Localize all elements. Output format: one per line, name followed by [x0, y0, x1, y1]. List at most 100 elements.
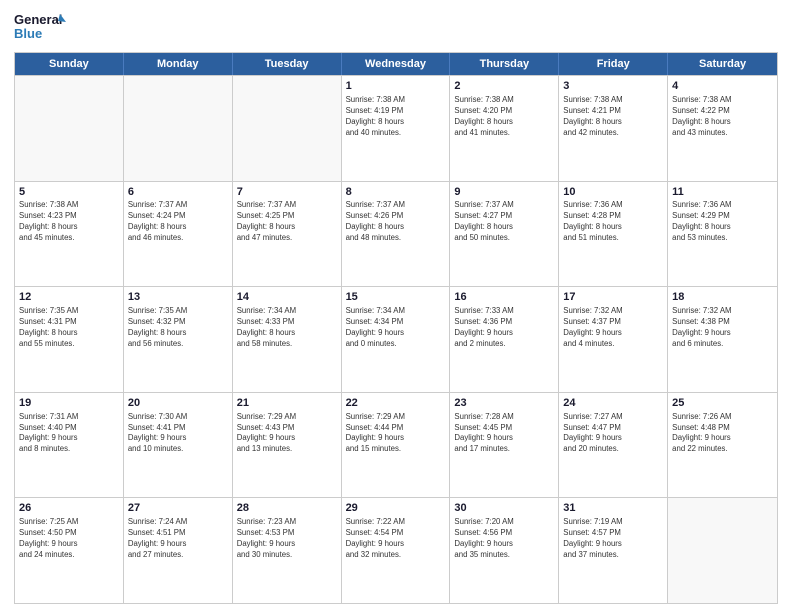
day-number: 30: [454, 501, 554, 516]
day-cell-22: 22Sunrise: 7:29 AM Sunset: 4:44 PM Dayli…: [342, 393, 451, 498]
day-number: 6: [128, 185, 228, 200]
day-cell-23: 23Sunrise: 7:28 AM Sunset: 4:45 PM Dayli…: [450, 393, 559, 498]
day-number: 7: [237, 185, 337, 200]
header-day-thursday: Thursday: [450, 53, 559, 75]
day-cell-24: 24Sunrise: 7:27 AM Sunset: 4:47 PM Dayli…: [559, 393, 668, 498]
day-number: 3: [563, 79, 663, 94]
day-info: Sunrise: 7:23 AM Sunset: 4:53 PM Dayligh…: [237, 517, 337, 561]
day-number: 2: [454, 79, 554, 94]
day-cell-19: 19Sunrise: 7:31 AM Sunset: 4:40 PM Dayli…: [15, 393, 124, 498]
day-cell-9: 9Sunrise: 7:37 AM Sunset: 4:27 PM Daylig…: [450, 182, 559, 287]
day-info: Sunrise: 7:38 AM Sunset: 4:21 PM Dayligh…: [563, 95, 663, 139]
header: General Blue: [14, 10, 778, 46]
day-info: Sunrise: 7:22 AM Sunset: 4:54 PM Dayligh…: [346, 517, 446, 561]
day-cell-11: 11Sunrise: 7:36 AM Sunset: 4:29 PM Dayli…: [668, 182, 777, 287]
day-info: Sunrise: 7:30 AM Sunset: 4:41 PM Dayligh…: [128, 412, 228, 456]
day-cell-16: 16Sunrise: 7:33 AM Sunset: 4:36 PM Dayli…: [450, 287, 559, 392]
day-number: 12: [19, 290, 119, 305]
day-number: 17: [563, 290, 663, 305]
day-number: 26: [19, 501, 119, 516]
day-number: 4: [672, 79, 773, 94]
header-day-friday: Friday: [559, 53, 668, 75]
day-number: 1: [346, 79, 446, 94]
day-info: Sunrise: 7:27 AM Sunset: 4:47 PM Dayligh…: [563, 412, 663, 456]
day-cell-17: 17Sunrise: 7:32 AM Sunset: 4:37 PM Dayli…: [559, 287, 668, 392]
day-number: 27: [128, 501, 228, 516]
empty-cell: [15, 76, 124, 181]
day-info: Sunrise: 7:19 AM Sunset: 4:57 PM Dayligh…: [563, 517, 663, 561]
day-cell-27: 27Sunrise: 7:24 AM Sunset: 4:51 PM Dayli…: [124, 498, 233, 603]
day-cell-31: 31Sunrise: 7:19 AM Sunset: 4:57 PM Dayli…: [559, 498, 668, 603]
day-number: 25: [672, 396, 773, 411]
day-number: 20: [128, 396, 228, 411]
day-number: 5: [19, 185, 119, 200]
day-number: 21: [237, 396, 337, 411]
day-info: Sunrise: 7:29 AM Sunset: 4:44 PM Dayligh…: [346, 412, 446, 456]
day-cell-5: 5Sunrise: 7:38 AM Sunset: 4:23 PM Daylig…: [15, 182, 124, 287]
day-number: 8: [346, 185, 446, 200]
day-info: Sunrise: 7:37 AM Sunset: 4:25 PM Dayligh…: [237, 200, 337, 244]
day-cell-29: 29Sunrise: 7:22 AM Sunset: 4:54 PM Dayli…: [342, 498, 451, 603]
week-row-5: 26Sunrise: 7:25 AM Sunset: 4:50 PM Dayli…: [15, 497, 777, 603]
day-cell-13: 13Sunrise: 7:35 AM Sunset: 4:32 PM Dayli…: [124, 287, 233, 392]
day-info: Sunrise: 7:20 AM Sunset: 4:56 PM Dayligh…: [454, 517, 554, 561]
day-info: Sunrise: 7:38 AM Sunset: 4:19 PM Dayligh…: [346, 95, 446, 139]
day-info: Sunrise: 7:38 AM Sunset: 4:22 PM Dayligh…: [672, 95, 773, 139]
day-number: 18: [672, 290, 773, 305]
day-number: 28: [237, 501, 337, 516]
logo-svg: General Blue: [14, 10, 66, 46]
header-day-tuesday: Tuesday: [233, 53, 342, 75]
day-number: 23: [454, 396, 554, 411]
day-info: Sunrise: 7:36 AM Sunset: 4:29 PM Dayligh…: [672, 200, 773, 244]
day-info: Sunrise: 7:29 AM Sunset: 4:43 PM Dayligh…: [237, 412, 337, 456]
header-day-saturday: Saturday: [668, 53, 777, 75]
day-cell-28: 28Sunrise: 7:23 AM Sunset: 4:53 PM Dayli…: [233, 498, 342, 603]
day-number: 31: [563, 501, 663, 516]
day-info: Sunrise: 7:35 AM Sunset: 4:31 PM Dayligh…: [19, 306, 119, 350]
day-cell-21: 21Sunrise: 7:29 AM Sunset: 4:43 PM Dayli…: [233, 393, 342, 498]
day-cell-10: 10Sunrise: 7:36 AM Sunset: 4:28 PM Dayli…: [559, 182, 668, 287]
day-info: Sunrise: 7:28 AM Sunset: 4:45 PM Dayligh…: [454, 412, 554, 456]
day-info: Sunrise: 7:37 AM Sunset: 4:27 PM Dayligh…: [454, 200, 554, 244]
day-number: 16: [454, 290, 554, 305]
day-cell-2: 2Sunrise: 7:38 AM Sunset: 4:20 PM Daylig…: [450, 76, 559, 181]
day-number: 14: [237, 290, 337, 305]
day-cell-25: 25Sunrise: 7:26 AM Sunset: 4:48 PM Dayli…: [668, 393, 777, 498]
day-info: Sunrise: 7:31 AM Sunset: 4:40 PM Dayligh…: [19, 412, 119, 456]
day-cell-15: 15Sunrise: 7:34 AM Sunset: 4:34 PM Dayli…: [342, 287, 451, 392]
week-row-1: 1Sunrise: 7:38 AM Sunset: 4:19 PM Daylig…: [15, 75, 777, 181]
day-cell-26: 26Sunrise: 7:25 AM Sunset: 4:50 PM Dayli…: [15, 498, 124, 603]
page: General Blue SundayMondayTuesdayWednesda…: [0, 0, 792, 612]
week-row-3: 12Sunrise: 7:35 AM Sunset: 4:31 PM Dayli…: [15, 286, 777, 392]
day-info: Sunrise: 7:26 AM Sunset: 4:48 PM Dayligh…: [672, 412, 773, 456]
day-number: 13: [128, 290, 228, 305]
empty-cell: [124, 76, 233, 181]
day-number: 11: [672, 185, 773, 200]
day-info: Sunrise: 7:37 AM Sunset: 4:24 PM Dayligh…: [128, 200, 228, 244]
day-cell-8: 8Sunrise: 7:37 AM Sunset: 4:26 PM Daylig…: [342, 182, 451, 287]
header-day-sunday: Sunday: [15, 53, 124, 75]
day-info: Sunrise: 7:32 AM Sunset: 4:38 PM Dayligh…: [672, 306, 773, 350]
day-cell-18: 18Sunrise: 7:32 AM Sunset: 4:38 PM Dayli…: [668, 287, 777, 392]
header-day-monday: Monday: [124, 53, 233, 75]
day-info: Sunrise: 7:25 AM Sunset: 4:50 PM Dayligh…: [19, 517, 119, 561]
day-cell-7: 7Sunrise: 7:37 AM Sunset: 4:25 PM Daylig…: [233, 182, 342, 287]
day-info: Sunrise: 7:24 AM Sunset: 4:51 PM Dayligh…: [128, 517, 228, 561]
day-number: 19: [19, 396, 119, 411]
day-cell-20: 20Sunrise: 7:30 AM Sunset: 4:41 PM Dayli…: [124, 393, 233, 498]
day-info: Sunrise: 7:33 AM Sunset: 4:36 PM Dayligh…: [454, 306, 554, 350]
day-info: Sunrise: 7:34 AM Sunset: 4:34 PM Dayligh…: [346, 306, 446, 350]
calendar-body: 1Sunrise: 7:38 AM Sunset: 4:19 PM Daylig…: [15, 75, 777, 603]
day-number: 24: [563, 396, 663, 411]
day-number: 9: [454, 185, 554, 200]
day-number: 10: [563, 185, 663, 200]
calendar: SundayMondayTuesdayWednesdayThursdayFrid…: [14, 52, 778, 604]
day-cell-6: 6Sunrise: 7:37 AM Sunset: 4:24 PM Daylig…: [124, 182, 233, 287]
day-info: Sunrise: 7:37 AM Sunset: 4:26 PM Dayligh…: [346, 200, 446, 244]
day-number: 15: [346, 290, 446, 305]
svg-text:Blue: Blue: [14, 26, 42, 41]
day-info: Sunrise: 7:32 AM Sunset: 4:37 PM Dayligh…: [563, 306, 663, 350]
day-cell-12: 12Sunrise: 7:35 AM Sunset: 4:31 PM Dayli…: [15, 287, 124, 392]
day-cell-30: 30Sunrise: 7:20 AM Sunset: 4:56 PM Dayli…: [450, 498, 559, 603]
day-number: 29: [346, 501, 446, 516]
